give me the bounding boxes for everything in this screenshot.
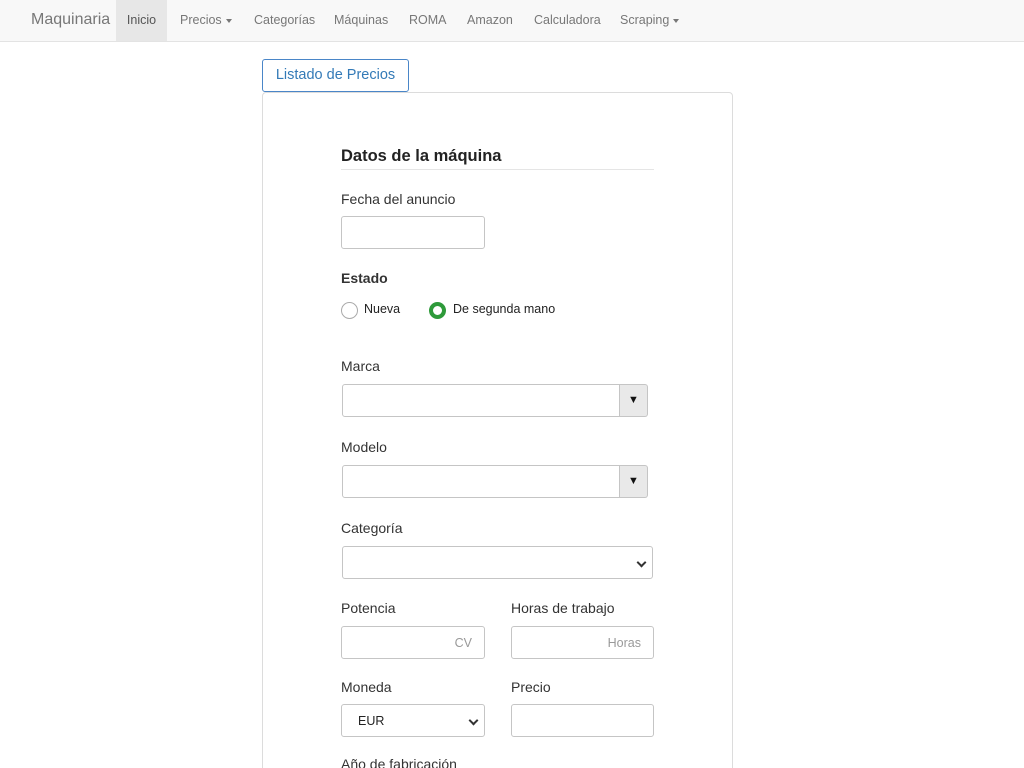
modelo-input[interactable] bbox=[342, 465, 620, 498]
nav-roma[interactable]: ROMA bbox=[409, 0, 447, 41]
section-divider bbox=[341, 169, 654, 170]
caret-down-icon bbox=[673, 18, 680, 23]
anio-label: Año de fabricación bbox=[341, 756, 457, 768]
moneda-label: Moneda bbox=[341, 679, 392, 695]
nav-scraping-label: Scraping bbox=[620, 13, 670, 27]
brand-logo[interactable]: Maquinaria bbox=[31, 11, 110, 29]
listado-precios-button[interactable]: Listado de Precios bbox=[262, 59, 409, 92]
horas-unit: Horas bbox=[607, 636, 641, 650]
marca-input[interactable] bbox=[342, 384, 620, 417]
fecha-input[interactable] bbox=[341, 216, 485, 249]
chevron-down-icon bbox=[468, 715, 479, 726]
categoria-select[interactable] bbox=[342, 546, 653, 579]
section-title: Datos de la máquina bbox=[341, 147, 502, 165]
estado-label: Estado bbox=[341, 270, 388, 286]
moneda-value: EUR bbox=[358, 714, 385, 728]
modelo-label: Modelo bbox=[341, 439, 387, 455]
triangle-down-icon: ▼ bbox=[628, 475, 639, 487]
marca-dropdown-button[interactable]: ▼ bbox=[620, 384, 648, 417]
radio-segunda-mano-label[interactable]: De segunda mano bbox=[453, 302, 555, 316]
nav-precios-label: Precios bbox=[180, 13, 222, 27]
horas-input[interactable]: Horas bbox=[511, 626, 654, 659]
precio-input[interactable] bbox=[511, 704, 654, 737]
nav-scraping-dropdown[interactable]: Scraping bbox=[620, 0, 680, 41]
radio-segunda-mano[interactable] bbox=[429, 302, 446, 319]
triangle-down-icon: ▼ bbox=[628, 394, 639, 406]
caret-down-icon bbox=[225, 18, 232, 23]
form-panel bbox=[262, 92, 733, 768]
horas-label: Horas de trabajo bbox=[511, 600, 615, 616]
moneda-select[interactable]: EUR bbox=[341, 704, 485, 737]
potencia-unit: CV bbox=[454, 636, 472, 650]
fecha-label: Fecha del anuncio bbox=[341, 191, 456, 207]
top-navbar: Maquinaria Inicio Precios Categorías Máq… bbox=[0, 0, 1024, 42]
nav-categorias[interactable]: Categorías bbox=[254, 0, 315, 41]
modelo-dropdown-button[interactable]: ▼ bbox=[620, 465, 648, 498]
nav-calculadora[interactable]: Calculadora bbox=[534, 0, 601, 41]
precio-label: Precio bbox=[511, 679, 551, 695]
chevron-down-icon bbox=[636, 557, 647, 568]
nav-inicio[interactable]: Inicio bbox=[116, 0, 167, 41]
nav-maquinas[interactable]: Máquinas bbox=[334, 0, 388, 41]
nav-precios-dropdown[interactable]: Precios bbox=[180, 0, 232, 41]
potencia-input[interactable]: CV bbox=[341, 626, 485, 659]
categoria-label: Categoría bbox=[341, 520, 403, 536]
radio-nueva[interactable] bbox=[341, 302, 358, 319]
marca-label: Marca bbox=[341, 358, 380, 374]
nav-amazon[interactable]: Amazon bbox=[467, 0, 513, 41]
radio-nueva-label[interactable]: Nueva bbox=[364, 302, 400, 316]
potencia-label: Potencia bbox=[341, 600, 396, 616]
